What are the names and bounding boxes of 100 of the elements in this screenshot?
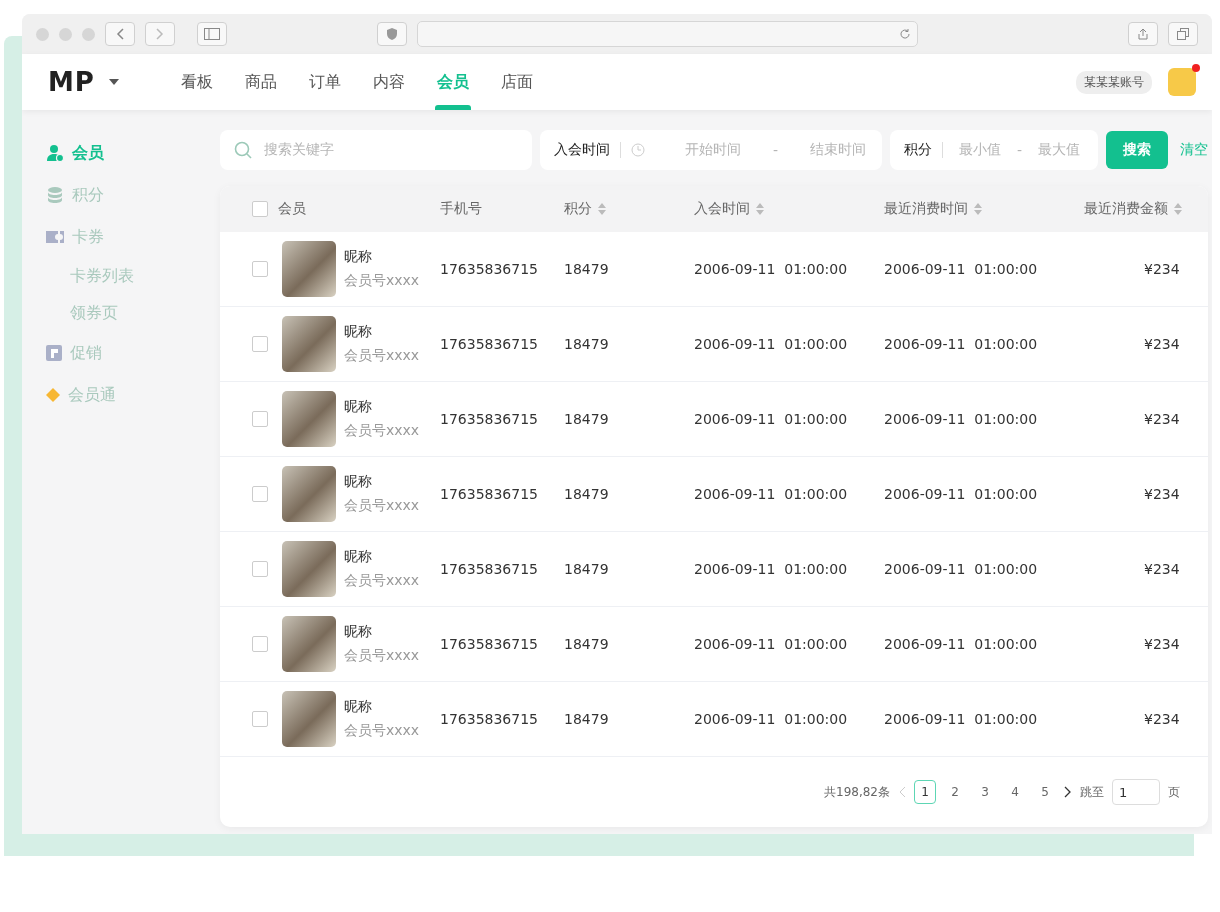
checkbox[interactable] xyxy=(252,561,268,577)
tabs-button[interactable] xyxy=(1168,22,1198,46)
table-cell: 2006-09-11 01:00:00 xyxy=(884,711,1038,727)
table-cell: 18479 xyxy=(564,561,609,577)
table-cell: 2006-09-11 01:00:00 xyxy=(694,561,848,577)
flag-icon xyxy=(46,345,62,361)
nav-tab[interactable]: 内容 xyxy=(370,54,407,110)
table-cell: 2006-09-11 01:00:00 xyxy=(884,486,1038,502)
jump-label: 跳至 xyxy=(1080,783,1104,801)
table-cell: 18479 xyxy=(564,711,609,727)
table-cell: ¥234 xyxy=(1144,486,1180,502)
share-button[interactable] xyxy=(1128,22,1158,46)
checkbox[interactable] xyxy=(252,261,268,277)
table-cell: 17635836715 xyxy=(440,561,538,577)
checkbox[interactable] xyxy=(252,411,268,427)
table-cell: 2006-09-11 01:00:00 xyxy=(694,486,848,502)
chevron-right-icon[interactable] xyxy=(1064,786,1072,798)
nickname: 昵称 xyxy=(344,248,373,266)
nav-tab[interactable]: 店面 xyxy=(498,54,535,110)
back-button[interactable] xyxy=(105,22,135,46)
table-cell: 2006-09-11 01:00:00 xyxy=(694,261,848,277)
window-control-icon[interactable] xyxy=(36,27,49,41)
sort-icon[interactable] xyxy=(974,203,982,215)
date-range-field[interactable]: 入会时间 开始时间 - 结束时间 xyxy=(540,130,882,170)
points-range-field[interactable]: 积分 最小值 - 最大值 xyxy=(890,130,1098,170)
checkbox[interactable] xyxy=(252,636,268,652)
page-button[interactable]: 4 xyxy=(1004,780,1026,804)
table-cell: 17635836715 xyxy=(440,636,538,652)
sort-icon[interactable] xyxy=(756,203,764,215)
nav-tab[interactable]: 商品 xyxy=(242,54,279,110)
checkbox[interactable] xyxy=(252,486,268,502)
reload-icon[interactable] xyxy=(899,28,911,40)
table-cell: 2006-09-11 01:00:00 xyxy=(694,636,848,652)
sort-icon[interactable] xyxy=(598,203,606,215)
window-control-icon[interactable] xyxy=(82,27,95,41)
table-cell: ¥234 xyxy=(1144,711,1180,727)
nickname: 昵称 xyxy=(344,398,373,416)
page-button[interactable]: 1 xyxy=(914,780,936,804)
table-cell: 2006-09-11 01:00:00 xyxy=(884,561,1038,577)
nickname: 昵称 xyxy=(344,623,373,641)
column-header: 手机号 xyxy=(440,200,482,218)
sort-icon[interactable] xyxy=(1174,203,1182,215)
forward-button[interactable] xyxy=(145,22,175,46)
clock-icon xyxy=(631,143,645,157)
table-cell: ¥234 xyxy=(1144,411,1180,427)
photo-placeholder xyxy=(282,391,336,447)
photo-placeholder xyxy=(282,691,336,747)
checkbox[interactable] xyxy=(252,201,268,217)
tabs-icon xyxy=(1177,28,1189,40)
database-icon xyxy=(46,186,64,204)
photo-placeholder xyxy=(282,541,336,597)
table-cell: 2006-09-11 01:00:00 xyxy=(694,711,848,727)
member-number: 会员号xxxx xyxy=(344,422,420,440)
sidebar-toggle-button[interactable] xyxy=(197,22,227,46)
window-control-icon[interactable] xyxy=(59,27,72,41)
table-cell: 18479 xyxy=(564,336,609,352)
chevron-right-icon xyxy=(156,28,164,40)
nickname: 昵称 xyxy=(344,323,373,341)
table-cell: 2006-09-11 01:00:00 xyxy=(694,411,848,427)
table-cell: 2006-09-11 01:00:00 xyxy=(884,336,1038,352)
member-number: 会员号xxxx xyxy=(344,272,420,290)
nav-tab[interactable]: 看板 xyxy=(178,54,215,110)
table-cell: 18479 xyxy=(564,486,609,502)
search-icon xyxy=(234,141,252,159)
chevron-left-icon xyxy=(116,28,124,40)
member-number: 会员号xxxx xyxy=(344,722,420,740)
address-bar[interactable] xyxy=(417,21,918,47)
member-number: 会员号xxxx xyxy=(344,572,420,590)
table-cell: 17635836715 xyxy=(440,336,538,352)
table-cell: 17635836715 xyxy=(440,411,538,427)
shield-button[interactable] xyxy=(377,22,407,46)
nav-tab[interactable]: 订单 xyxy=(306,54,343,110)
page-button[interactable]: 2 xyxy=(944,780,966,804)
share-icon xyxy=(1138,28,1148,40)
table-cell: ¥234 xyxy=(1144,261,1180,277)
chevron-left-icon[interactable] xyxy=(898,786,906,798)
column-header: 最近消费时间 xyxy=(884,200,968,218)
photo-placeholder xyxy=(282,241,336,297)
nickname: 昵称 xyxy=(344,698,373,716)
user-icon xyxy=(46,144,64,162)
table-cell: 2006-09-11 01:00:00 xyxy=(884,636,1038,652)
member-number: 会员号xxxx xyxy=(344,347,420,365)
table-cell: 2006-09-11 01:00:00 xyxy=(884,261,1038,277)
table-cell: ¥234 xyxy=(1144,561,1180,577)
page-input[interactable]: 1 xyxy=(1112,779,1160,805)
table-cell: 18479 xyxy=(564,636,609,652)
page-button[interactable]: 3 xyxy=(974,780,996,804)
table-cell: ¥234 xyxy=(1144,636,1180,652)
page-unit: 页 xyxy=(1168,783,1180,801)
caret-icon[interactable] xyxy=(108,79,119,85)
checkbox[interactable] xyxy=(252,711,268,727)
checkbox[interactable] xyxy=(252,336,268,352)
column-header: 积分 xyxy=(564,200,592,218)
table-cell: 17635836715 xyxy=(440,261,538,277)
column-header: 最近消费金额 xyxy=(1084,200,1168,218)
account-name[interactable]: 某某某账号 xyxy=(1076,70,1152,94)
page-button[interactable]: 5 xyxy=(1034,780,1056,804)
nickname: 昵称 xyxy=(344,473,373,491)
shield-icon xyxy=(387,28,397,40)
diamond-icon xyxy=(46,388,60,402)
